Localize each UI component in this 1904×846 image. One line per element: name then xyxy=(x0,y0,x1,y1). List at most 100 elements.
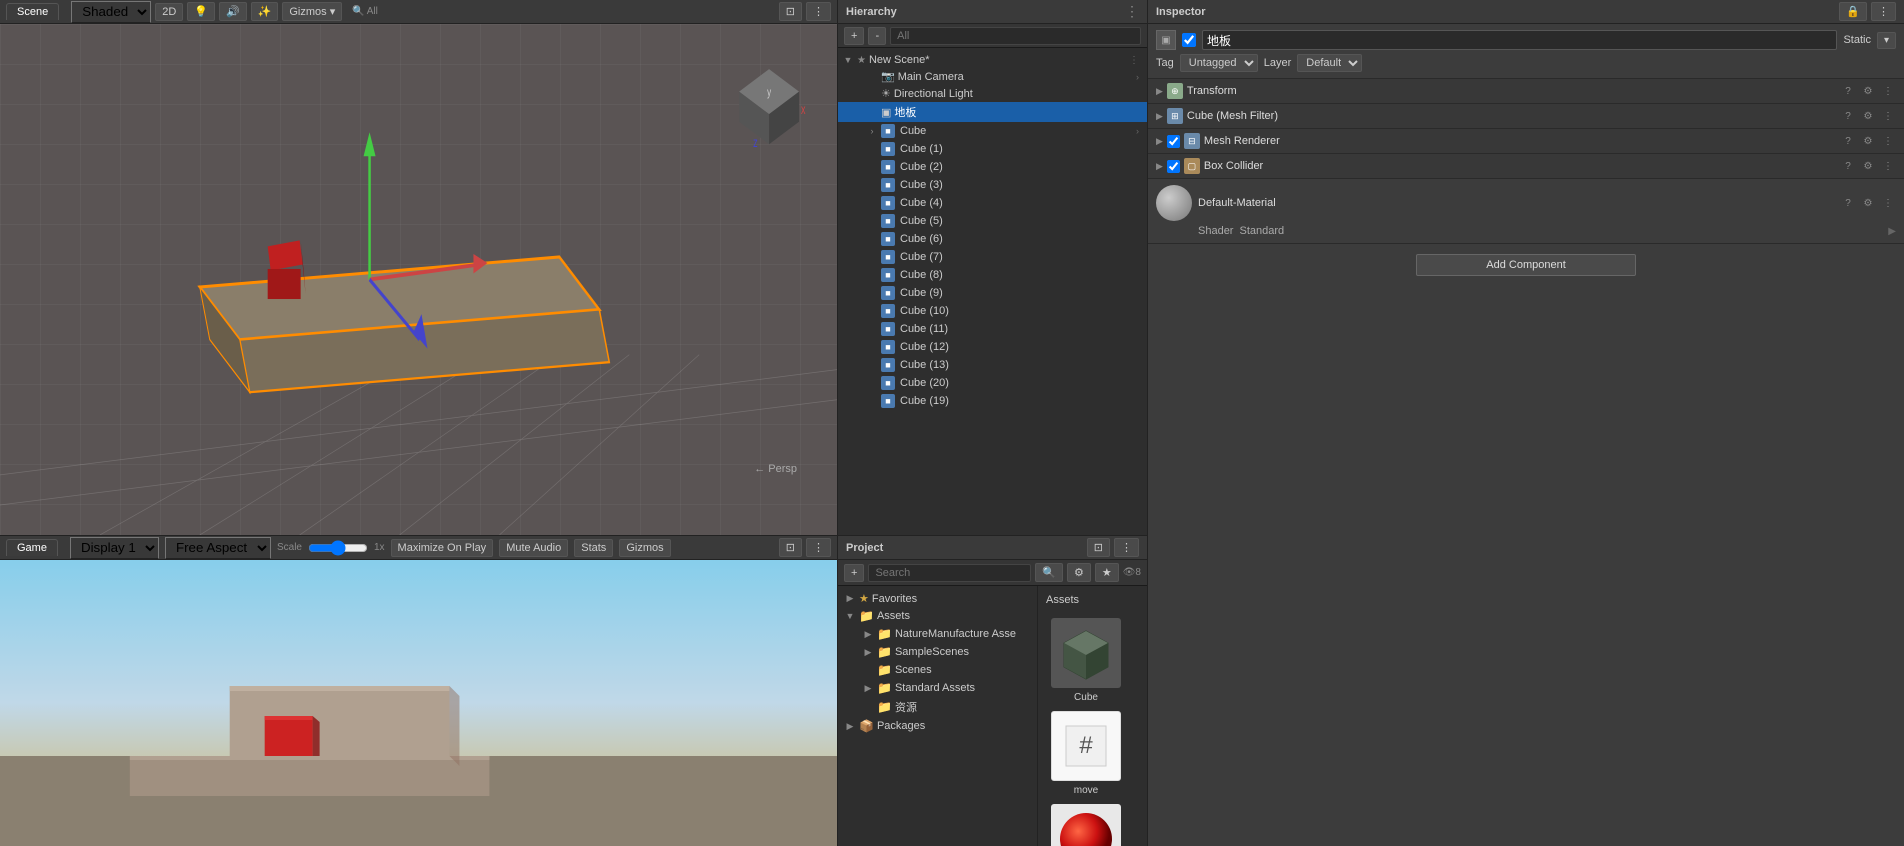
list-item[interactable]: ■ Cube (8) xyxy=(838,266,1147,284)
boxcollider-settings-btn[interactable]: ⚙ xyxy=(1860,158,1876,174)
project-packages-folder[interactable]: ▶ 📦 Packages xyxy=(838,717,1037,735)
list-item[interactable]: ■ Cube (13) xyxy=(838,356,1147,374)
hierarchy-item-main-camera[interactable]: 📷 Main Camera › xyxy=(838,68,1147,85)
display-select[interactable]: Display 1 xyxy=(70,537,159,559)
scene-more[interactable]: ⋮ xyxy=(1129,55,1139,66)
list-item[interactable]: ■ Cube (4) xyxy=(838,194,1147,212)
list-item[interactable]: ■ Cube (5) xyxy=(838,212,1147,230)
list-item[interactable]: ■ Cube (6) xyxy=(838,230,1147,248)
maximize-game-btn[interactable]: ⊡ xyxy=(779,538,802,557)
hierarchy-minus-btn[interactable]: - xyxy=(868,27,886,45)
project-maximize-btn[interactable]: ⊡ xyxy=(1087,538,1110,557)
2d-toggle[interactable]: 2D xyxy=(155,3,183,21)
hierarchy-item-dibaan[interactable]: ▣ 地板 xyxy=(838,102,1147,122)
mute-audio-btn[interactable]: Mute Audio xyxy=(499,539,568,557)
project-assets-folder[interactable]: ▼ 📁 Assets xyxy=(838,607,1037,625)
asset-red-material[interactable] xyxy=(1046,804,1126,846)
list-item[interactable]: ▶ 📁 NatureManufacture Asse xyxy=(838,625,1037,643)
hierarchy-scene-root[interactable]: ▼ ★ New Scene* ⋮ xyxy=(838,52,1147,68)
lighting-btn[interactable]: 💡 xyxy=(187,2,215,21)
standard-expand[interactable]: ▶ xyxy=(862,682,874,694)
list-item[interactable]: ▶ 📁 Standard Assets xyxy=(838,679,1037,697)
list-item[interactable]: ■ Cube (9) xyxy=(838,284,1147,302)
maximize-on-play-btn[interactable]: Maximize On Play xyxy=(391,539,494,557)
boxcollider-enabled-checkbox[interactable] xyxy=(1167,160,1180,173)
gizmos-dropdown[interactable]: Gizmos ▾ xyxy=(282,2,342,21)
hierarchy-search-input[interactable] xyxy=(890,27,1141,45)
component-boxcollider-header[interactable]: ▶ ▢ Box Collider ? ⚙ ⋮ xyxy=(1148,154,1904,178)
transform-more-btn[interactable]: ⋮ xyxy=(1880,83,1896,99)
game-gizmos-btn[interactable]: Gizmos xyxy=(619,539,670,557)
meshfilter-help-btn[interactable]: ? xyxy=(1840,108,1856,124)
fx-btn[interactable]: ✨ xyxy=(251,2,279,21)
scene-more-btn[interactable]: ⋮ xyxy=(806,2,831,21)
transform-help-btn[interactable]: ? xyxy=(1840,83,1856,99)
boxcollider-more-btn[interactable]: ⋮ xyxy=(1880,158,1896,174)
assets-expand[interactable]: ▼ xyxy=(844,610,856,622)
static-dropdown-btn[interactable]: ▾ xyxy=(1877,32,1896,49)
material-settings-btn[interactable]: ⚙ xyxy=(1860,195,1876,211)
hierarchy-item-directional-light[interactable]: ☀ Directional Light xyxy=(838,85,1147,102)
meshfilter-settings-btn[interactable]: ⚙ xyxy=(1860,108,1876,124)
list-item[interactable]: ▶ 📁 SampleScenes xyxy=(838,643,1037,661)
tag-select[interactable]: Untagged xyxy=(1180,54,1258,72)
project-search-input[interactable] xyxy=(868,564,1031,582)
inspector-active-checkbox[interactable] xyxy=(1182,33,1196,47)
material-more-btn[interactable]: ⋮ xyxy=(1880,195,1896,211)
meshrenderer-settings-btn[interactable]: ⚙ xyxy=(1860,133,1876,149)
list-item[interactable]: ■ Cube (20) xyxy=(838,374,1147,392)
scene-root-expand[interactable]: ▼ xyxy=(842,54,854,66)
meshrenderer-more-btn[interactable]: ⋮ xyxy=(1880,133,1896,149)
component-meshrenderer-header[interactable]: ▶ ⊟ Mesh Renderer ? ⚙ ⋮ xyxy=(1148,129,1904,153)
stats-btn[interactable]: Stats xyxy=(574,539,613,557)
list-item[interactable]: ■ Cube (10) xyxy=(838,302,1147,320)
list-item[interactable]: ■ Cube (12) xyxy=(838,338,1147,356)
boxcollider-help-btn[interactable]: ? xyxy=(1840,158,1856,174)
asset-move-script[interactable]: # move xyxy=(1046,711,1126,796)
project-add-btn[interactable]: + xyxy=(844,564,864,582)
list-item[interactable]: 📁 Scenes xyxy=(838,661,1037,679)
list-item[interactable]: ■ Cube (3) xyxy=(838,176,1147,194)
add-component-button[interactable]: Add Component xyxy=(1416,254,1636,276)
hierarchy-item-cube[interactable]: › ■ Cube › xyxy=(838,122,1147,140)
meshrenderer-enabled-checkbox[interactable] xyxy=(1167,135,1180,148)
meshfilter-more-btn[interactable]: ⋮ xyxy=(1880,108,1896,124)
shading-dropdown[interactable]: Shaded xyxy=(71,1,151,23)
maximize-scene-btn[interactable]: ⊡ xyxy=(779,2,802,21)
inspector-more-btn[interactable]: ⋮ xyxy=(1871,2,1896,21)
list-item[interactable]: ■ Cube (1) xyxy=(838,140,1147,158)
layer-select[interactable]: Default xyxy=(1297,54,1362,72)
search-icon-btn[interactable]: 🔍 xyxy=(1035,563,1063,582)
filter-btn[interactable]: ⚙ xyxy=(1067,563,1091,582)
list-item[interactable]: ■ Cube (2) xyxy=(838,158,1147,176)
scene-viewport[interactable]: y x z ← Persp xyxy=(0,24,837,535)
component-meshfilter-header[interactable]: ▶ ⊞ Cube (Mesh Filter) ? ⚙ ⋮ xyxy=(1148,104,1904,128)
favorites-expand[interactable]: ▶ xyxy=(844,593,856,605)
list-item[interactable]: ■ Cube (7) xyxy=(838,248,1147,266)
project-more-btn[interactable]: ⋮ xyxy=(1114,538,1139,557)
game-viewport[interactable] xyxy=(0,560,837,846)
hierarchy-add-btn[interactable]: + xyxy=(844,27,864,45)
transform-settings-btn[interactable]: ⚙ xyxy=(1860,83,1876,99)
samplescenes-expand[interactable]: ▶ xyxy=(862,646,874,658)
audio-btn[interactable]: 🔊 xyxy=(219,2,247,21)
list-item[interactable]: ■ Cube (19) xyxy=(838,392,1147,410)
tab-game[interactable]: Game xyxy=(6,539,58,556)
asset-cube[interactable]: Cube xyxy=(1046,618,1126,703)
scale-slider[interactable] xyxy=(308,540,368,556)
inspector-name-input[interactable] xyxy=(1202,30,1837,50)
material-help-btn[interactable]: ? xyxy=(1840,195,1856,211)
game-more-btn[interactable]: ⋮ xyxy=(806,538,831,557)
component-transform-header[interactable]: ▶ ⊕ Transform ? ⚙ ⋮ xyxy=(1148,79,1904,103)
tab-scene[interactable]: Scene xyxy=(6,3,59,20)
nature-expand[interactable]: ▶ xyxy=(862,628,874,640)
packages-expand[interactable]: ▶ xyxy=(844,720,856,732)
inspector-lock-btn[interactable]: 🔒 xyxy=(1839,2,1867,21)
list-item[interactable]: 📁 资源 xyxy=(838,697,1037,717)
project-favorites[interactable]: ▶ ★ Favorites xyxy=(838,590,1037,607)
meshrenderer-help-btn[interactable]: ? xyxy=(1840,133,1856,149)
favorite-btn[interactable]: ★ xyxy=(1095,563,1119,582)
hierarchy-more-btn[interactable]: ⋮ xyxy=(1125,3,1139,20)
list-item[interactable]: ■ Cube (11) xyxy=(838,320,1147,338)
hierarchy-tree[interactable]: ▼ ★ New Scene* ⋮ 📷 Main Camera › ☀ Dire xyxy=(838,48,1147,535)
